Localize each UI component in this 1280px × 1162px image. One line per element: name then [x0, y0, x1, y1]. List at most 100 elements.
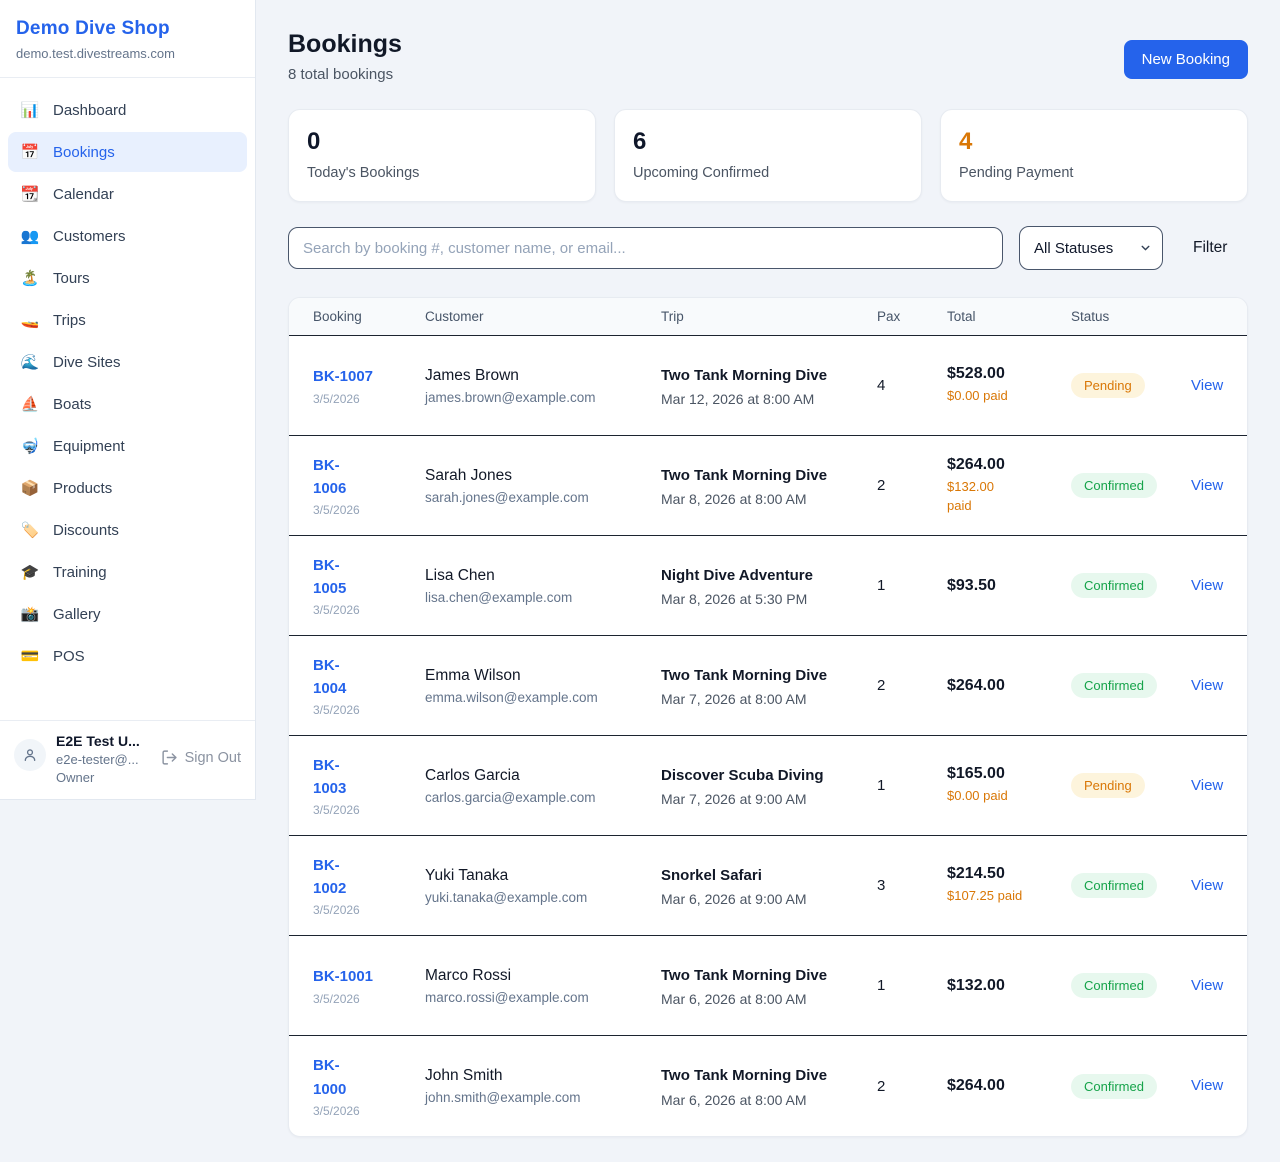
- booking-cell: BK-1001 3/5/2026: [313, 965, 425, 1005]
- status-filter-select[interactable]: All Statuses: [1019, 226, 1163, 270]
- sidebar-item-trips[interactable]: 🚤Trips: [8, 300, 247, 340]
- booking-date: 3/5/2026: [313, 603, 413, 617]
- view-link[interactable]: View: [1191, 577, 1223, 594]
- view-link[interactable]: View: [1191, 477, 1223, 494]
- booking-id-link[interactable]: BK-1001: [313, 965, 373, 988]
- table-header-row: BookingCustomerTripPaxTotalStatus: [289, 298, 1247, 336]
- trip-name: Two Tank Morning Dive: [661, 1064, 833, 1087]
- sidebar-item-pos[interactable]: 💳POS: [8, 636, 247, 676]
- sidebar-item-label: Dive Sites: [53, 354, 121, 371]
- sign-out-button[interactable]: Sign Out: [161, 749, 241, 766]
- booking-id-link[interactable]: BK-1000: [313, 1054, 359, 1101]
- view-link[interactable]: View: [1191, 877, 1223, 894]
- stat-card: 4Pending Payment: [940, 109, 1248, 202]
- sidebar-item-customers[interactable]: 👥Customers: [8, 216, 247, 256]
- pax-cell: 3: [877, 877, 947, 894]
- view-link[interactable]: View: [1191, 777, 1223, 794]
- customer-name: Lisa Chen: [425, 567, 649, 585]
- column-header-status: Status: [1071, 309, 1191, 324]
- stat-value: 0: [307, 128, 577, 156]
- booking-id-link[interactable]: BK-1007: [313, 365, 373, 388]
- booking-id-link[interactable]: BK-1005: [313, 554, 359, 601]
- action-cell: View: [1191, 777, 1235, 795]
- sidebar-footer: E2E Test U... e2e-tester@... Owner Sign …: [0, 720, 255, 799]
- customer-email: john.smith@example.com: [425, 1090, 649, 1105]
- sidebar-item-label: Boats: [53, 396, 91, 413]
- customers-icon: 👥: [20, 227, 40, 245]
- trip-time: Mar 12, 2026 at 8:00 AM: [661, 391, 865, 407]
- sidebar-item-tours[interactable]: 🏝️Tours: [8, 258, 247, 298]
- sidebar-item-bookings[interactable]: 📅Bookings: [8, 132, 247, 172]
- sidebar-item-training[interactable]: 🎓Training: [8, 552, 247, 592]
- customer-name: Marco Rossi: [425, 967, 649, 985]
- view-link[interactable]: View: [1191, 377, 1223, 394]
- shop-domain: demo.test.divestreams.com: [16, 46, 239, 61]
- customer-name: Carlos Garcia: [425, 767, 649, 785]
- stat-label: Today's Bookings: [307, 165, 577, 181]
- status-cell: Confirmed: [1071, 573, 1191, 598]
- customer-cell: Sarah Jones sarah.jones@example.com: [425, 467, 661, 505]
- action-cell: View: [1191, 677, 1235, 695]
- stat-label: Upcoming Confirmed: [633, 165, 903, 181]
- column-header-booking: Booking: [313, 309, 425, 324]
- trip-time: Mar 7, 2026 at 9:00 AM: [661, 791, 865, 807]
- booking-cell: BK-1007 3/5/2026: [313, 365, 425, 405]
- booking-cell: BK-1003 3/5/2026: [313, 754, 425, 818]
- trip-name: Snorkel Safari: [661, 864, 833, 887]
- total-cell: $93.50: [947, 577, 1071, 595]
- sidebar-item-dashboard[interactable]: 📊Dashboard: [8, 90, 247, 130]
- view-link[interactable]: View: [1191, 677, 1223, 694]
- trip-time: Mar 6, 2026 at 8:00 AM: [661, 1092, 865, 1108]
- table-row: BK-1002 3/5/2026 Yuki Tanaka yuki.tanaka…: [289, 836, 1247, 936]
- booking-cell: BK-1006 3/5/2026: [313, 454, 425, 518]
- sidebar-item-equipment[interactable]: 🤿Equipment: [8, 426, 247, 466]
- booking-id-link[interactable]: BK-1004: [313, 654, 359, 701]
- action-cell: View: [1191, 877, 1235, 895]
- view-link[interactable]: View: [1191, 977, 1223, 994]
- trip-name: Night Dive Adventure: [661, 564, 833, 587]
- sidebar-item-products[interactable]: 📦Products: [8, 468, 247, 508]
- trip-cell: Two Tank Morning Dive Mar 8, 2026 at 8:0…: [661, 464, 877, 507]
- search-input[interactable]: [288, 227, 1003, 269]
- total-amount: $264.00: [947, 456, 1059, 474]
- filter-button[interactable]: Filter: [1193, 239, 1227, 257]
- pax-cell: 1: [877, 777, 947, 794]
- booking-id-link[interactable]: BK-1003: [313, 754, 359, 801]
- trip-cell: Two Tank Morning Dive Mar 6, 2026 at 8:0…: [661, 964, 877, 1007]
- new-booking-button[interactable]: New Booking: [1124, 40, 1248, 79]
- shop-title: Demo Dive Shop: [16, 18, 239, 40]
- sidebar-item-discounts[interactable]: 🏷️Discounts: [8, 510, 247, 550]
- person-icon: [22, 747, 38, 763]
- total-cell: $165.00 $0.00 paid: [947, 765, 1071, 806]
- pax-cell: 4: [877, 377, 947, 394]
- status-badge: Confirmed: [1071, 673, 1157, 698]
- table-row: BK-1005 3/5/2026 Lisa Chen lisa.chen@exa…: [289, 536, 1247, 636]
- booking-id-link[interactable]: BK-1006: [313, 454, 359, 501]
- status-badge: Confirmed: [1071, 973, 1157, 998]
- customer-cell: Yuki Tanaka yuki.tanaka@example.com: [425, 867, 661, 905]
- trip-time: Mar 7, 2026 at 8:00 AM: [661, 691, 865, 707]
- sidebar-item-gallery[interactable]: 📸Gallery: [8, 594, 247, 634]
- sidebar-header: Demo Dive Shop demo.test.divestreams.com: [0, 0, 255, 78]
- customer-email: carlos.garcia@example.com: [425, 790, 649, 805]
- paid-amount: $107.25 paid: [947, 887, 1059, 906]
- pax-cell: 2: [877, 1078, 947, 1095]
- action-cell: View: [1191, 577, 1235, 595]
- customer-cell: John Smith john.smith@example.com: [425, 1067, 661, 1105]
- sidebar-item-boats[interactable]: ⛵Boats: [8, 384, 247, 424]
- bookings-table: BookingCustomerTripPaxTotalStatus BK-100…: [288, 297, 1248, 1137]
- gallery-icon: 📸: [20, 605, 40, 623]
- trip-name: Two Tank Morning Dive: [661, 964, 833, 987]
- main-content: Bookings 8 total bookings New Booking 0T…: [256, 0, 1280, 1162]
- total-cell: $264.00: [947, 1077, 1071, 1095]
- sidebar-item-calendar[interactable]: 📆Calendar: [8, 174, 247, 214]
- total-amount: $93.50: [947, 577, 1059, 595]
- table-row: BK-1006 3/5/2026 Sarah Jones sarah.jones…: [289, 436, 1247, 536]
- action-cell: View: [1191, 377, 1235, 395]
- booking-id-link[interactable]: BK-1002: [313, 854, 359, 901]
- view-link[interactable]: View: [1191, 1077, 1223, 1094]
- stat-value: 6: [633, 128, 903, 156]
- customer-name: Yuki Tanaka: [425, 867, 649, 885]
- booking-date: 3/5/2026: [313, 703, 413, 717]
- sidebar-item-dive-sites[interactable]: 🌊Dive Sites: [8, 342, 247, 382]
